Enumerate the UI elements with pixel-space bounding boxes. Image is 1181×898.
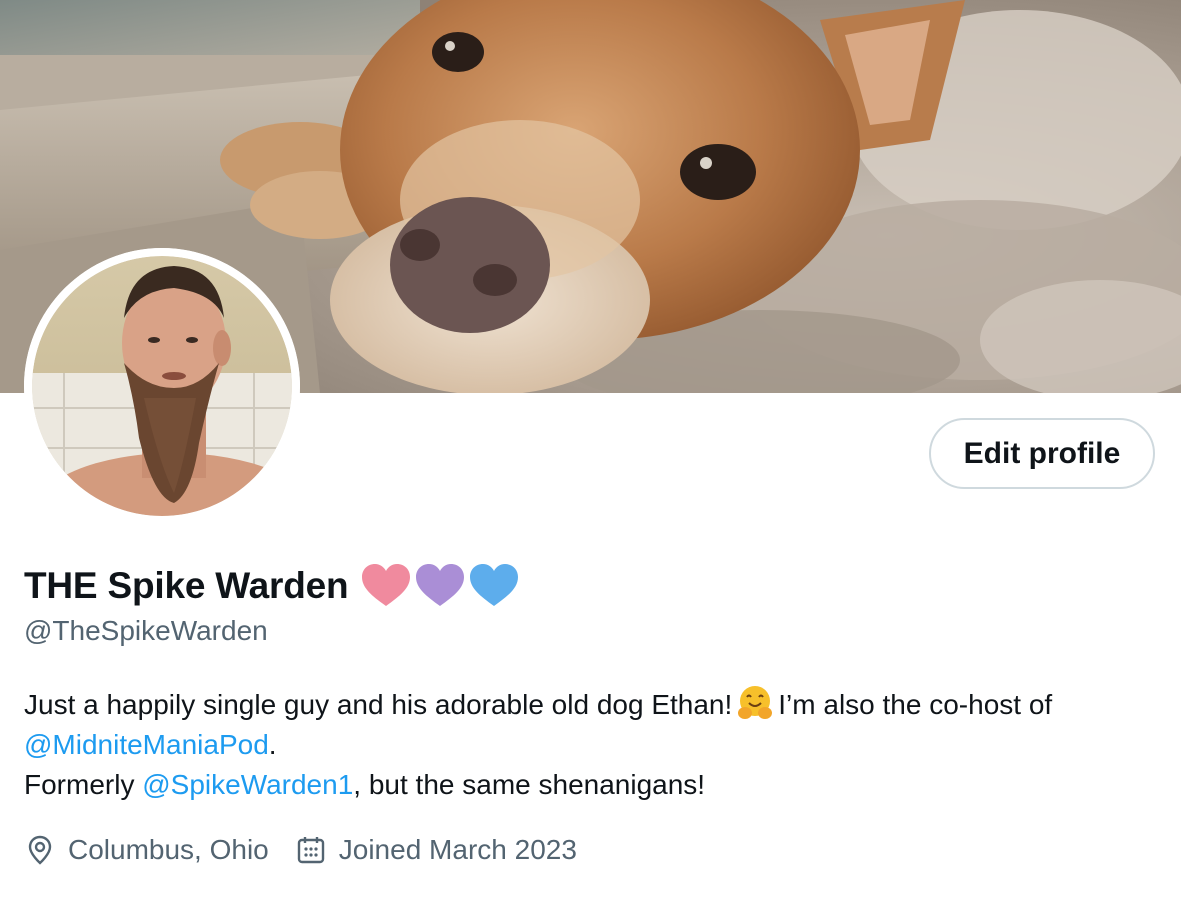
display-name: THE Spike Warden bbox=[24, 565, 349, 606]
bio-line-1: Just a happily single guy and his adorab… bbox=[24, 684, 1164, 725]
display-name-row: THE Spike Warden bbox=[24, 560, 520, 612]
bio-text-tail: , but the same shenanigans! bbox=[353, 769, 706, 800]
mention-link-spikewarden1[interactable]: @SpikeWarden1 bbox=[142, 769, 353, 800]
location-text: Columbus, Ohio bbox=[68, 834, 269, 865]
purple-heart-icon bbox=[416, 564, 465, 606]
profile-meta: Columbus, Ohio Joined March 2023 bbox=[24, 828, 603, 872]
blue-heart-icon bbox=[470, 564, 519, 606]
location-item: Columbus, Ohio bbox=[24, 834, 269, 866]
bio-text-period: . bbox=[268, 729, 277, 760]
bio-line-3: Formerly @SpikeWarden1, but the same she… bbox=[24, 765, 1164, 805]
name-emoji-hearts bbox=[360, 562, 520, 610]
location-pin-icon bbox=[28, 835, 52, 865]
calendar-icon bbox=[297, 837, 324, 864]
bio-text-formerly: Formerly bbox=[24, 769, 143, 800]
profile-handle: @TheSpikeWarden bbox=[24, 615, 268, 646]
profile-page: Edit profile THE Spike Warden @TheSpikeW… bbox=[0, 0, 1181, 898]
bio-text-rest: I’m also the co-host of bbox=[778, 689, 1053, 720]
profile-avatar[interactable] bbox=[24, 248, 300, 524]
joined-item: Joined March 2023 bbox=[295, 834, 577, 866]
profile-bio: Just a happily single guy and his adorab… bbox=[24, 684, 1164, 805]
avatar-photo bbox=[24, 248, 300, 524]
pink-heart-icon bbox=[362, 564, 411, 606]
bio-line-2: @MidniteManiaPod. bbox=[24, 725, 1164, 765]
edit-profile-button[interactable]: Edit profile bbox=[929, 418, 1155, 489]
joined-date-text: Joined March 2023 bbox=[338, 834, 577, 865]
hugging-face-icon bbox=[738, 686, 773, 719]
bio-text: Just a happily single guy and his adorab… bbox=[24, 689, 733, 720]
mention-link-midnitemaniapod[interactable]: @MidniteManiaPod bbox=[24, 729, 269, 760]
